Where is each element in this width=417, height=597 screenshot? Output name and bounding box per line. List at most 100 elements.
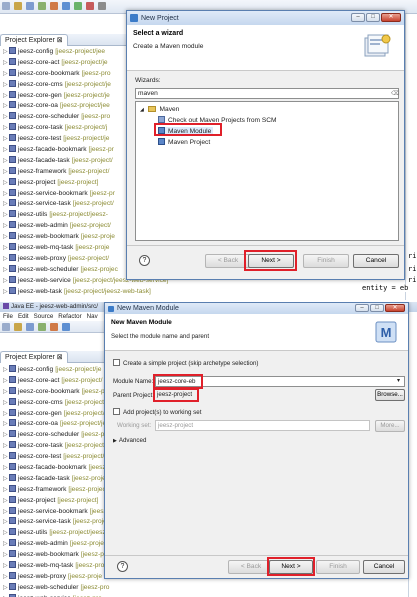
menu-item[interactable]: File bbox=[3, 313, 13, 320]
finish-button[interactable]: Finish bbox=[316, 560, 360, 574]
minimize-button[interactable]: – bbox=[351, 13, 365, 22]
project-row[interactable]: ▷ jeesz-config [jeesz-project/je bbox=[0, 365, 110, 376]
project-row[interactable]: ▷ jeesz-core-test [jeesz-project/je bbox=[0, 134, 132, 145]
toolbar-icon[interactable] bbox=[26, 323, 34, 331]
project-row[interactable]: ▷ jeesz-core-scheduler [jeesz-pro bbox=[0, 112, 132, 123]
project-row[interactable]: ▷ jeesz-project [jeesz-project] bbox=[0, 177, 132, 189]
project-row[interactable]: ▷ jeesz-core-test [jeesz-project/ bbox=[0, 452, 110, 463]
toolbar-icon[interactable] bbox=[50, 323, 58, 331]
project-row[interactable]: ▷ jeesz-web-task [jeesz-project/jeesz-web-… bbox=[0, 286, 151, 298]
simple-project-checkbox[interactable]: Create a simple project (skip archetype … bbox=[113, 359, 259, 367]
browse-button[interactable]: Browse... bbox=[375, 389, 405, 401]
expand-arrow-icon[interactable]: ▶ bbox=[113, 438, 117, 444]
working-set-checkbox[interactable]: Add project(s) to working set bbox=[113, 408, 201, 416]
working-set-select[interactable]: jeesz-project bbox=[155, 420, 370, 431]
project-row[interactable]: ▷ jeesz-core-bookmark [jeesz-pro bbox=[0, 386, 111, 398]
toolbar-icon[interactable] bbox=[26, 2, 34, 10]
project-row[interactable]: ▷ jeesz-core-gen [jeesz-project/je bbox=[0, 90, 132, 102]
toolbar-icon[interactable] bbox=[2, 2, 10, 10]
toolbar-icon[interactable] bbox=[50, 2, 58, 10]
checkbox-icon[interactable] bbox=[113, 359, 120, 366]
advanced-section[interactable]: ▶ Advanced bbox=[113, 437, 146, 444]
project-row[interactable]: ▷ jeesz-web-scheduler [jeesz-pro bbox=[0, 582, 110, 594]
project-row[interactable]: ▷ jeesz-core-oa [jeesz-project/je bbox=[0, 419, 110, 430]
toolbar-icon[interactable] bbox=[38, 2, 46, 10]
toolbar-icon[interactable] bbox=[62, 2, 70, 10]
maximize-button[interactable]: □ bbox=[366, 13, 380, 22]
project-row[interactable]: ▷ jeesz-web-mq-task [jeesz-pro bbox=[0, 561, 110, 572]
project-row[interactable]: ▷ jeesz-web-bookmark [jeesz-pro bbox=[0, 550, 110, 561]
project-name: jeesz-core-cms bbox=[18, 80, 63, 88]
toolbar-icon[interactable] bbox=[62, 323, 70, 331]
wizard-filter-input[interactable]: maven bbox=[135, 88, 399, 99]
project-row[interactable]: ▷ jeesz-service-bookmark [jeesz-p bbox=[0, 506, 113, 518]
project-row[interactable]: ▷ jeesz-facade-bookmark [jeesz-p bbox=[0, 463, 112, 474]
project-row[interactable]: ▷ jeesz-web-service [jeesz-project/jeesz-w… bbox=[0, 275, 168, 287]
project-row[interactable]: ▷ jeesz-core-task [jeesz-project/ bbox=[0, 441, 110, 452]
project-row[interactable]: ▷ jeesz-core-task [jeesz-project/j bbox=[0, 123, 132, 134]
project-row[interactable]: ▷ jeesz-core-scheduler [jeesz-pr bbox=[0, 430, 110, 441]
toolbar-icon[interactable] bbox=[38, 323, 46, 331]
toolbar-icon[interactable] bbox=[2, 323, 10, 331]
project-icon bbox=[9, 286, 16, 294]
project-row[interactable]: ▷ jeesz-web-proxy [jeesz-proje bbox=[0, 571, 110, 583]
project-name: jeesz-web-proxy bbox=[18, 254, 67, 262]
checkbox-icon[interactable] bbox=[113, 408, 120, 415]
project-row[interactable]: ▷ jeesz-facade-bookmark [jeesz-pr bbox=[0, 145, 132, 156]
project-row[interactable]: ▷ jeesz-web-bookmark [jeesz-proje bbox=[0, 232, 132, 243]
project-row[interactable]: ▷ jeesz-web-proxy [jeesz-project/ bbox=[0, 253, 132, 265]
project-row[interactable]: ▷ jeesz-core-bookmark [jeesz-pro bbox=[0, 68, 132, 80]
wizard-banner: New Maven Module Select the module name … bbox=[105, 314, 408, 351]
project-row[interactable]: ▷ jeesz-core-act [jeesz-project/je bbox=[0, 57, 132, 69]
project-row[interactable]: ▷ jeesz-web-scheduler [jeesz-projec bbox=[0, 264, 132, 276]
help-icon[interactable]: ? bbox=[117, 561, 128, 572]
project-row[interactable]: ▷ jeesz-config [jeesz-project/jee bbox=[0, 47, 132, 58]
close-button[interactable]: ✕ bbox=[381, 13, 401, 22]
more-button[interactable]: More... bbox=[375, 420, 405, 432]
project-path: [jeesz-project/j bbox=[63, 409, 107, 417]
project-row[interactable]: ▷ jeesz-core-cms [jeesz-project/j bbox=[0, 397, 110, 409]
project-row[interactable]: ▷ jeesz-core-cms [jeesz-project/je bbox=[0, 79, 132, 91]
menu-item[interactable]: Source bbox=[34, 313, 54, 320]
project-row[interactable]: ▷ jeesz-core-gen [jeesz-project/j bbox=[0, 408, 110, 420]
project-row[interactable]: ▷ jeesz-framework [jeesz-project/ bbox=[0, 166, 132, 178]
project-path: [jeesz-project/ bbox=[63, 453, 105, 461]
wizard-item[interactable]: Maven Project bbox=[158, 138, 210, 146]
close-button[interactable]: ✕ bbox=[385, 304, 405, 312]
collapse-arrow-icon[interactable]: ◢ bbox=[140, 107, 144, 113]
toolbar-icon[interactable] bbox=[86, 2, 94, 10]
project-row[interactable]: ▷ jeesz-web-mq-task [jeesz-proje bbox=[0, 243, 132, 254]
minimize-button[interactable]: – bbox=[355, 304, 369, 312]
toolbar-icon[interactable] bbox=[74, 2, 82, 10]
project-row[interactable]: ▷ jeesz-utils [jeesz-project/jeesz- bbox=[0, 210, 132, 221]
cancel-button[interactable]: Cancel bbox=[363, 560, 405, 574]
project-row[interactable]: ▷ jeesz-service-bookmark [jeesz-pr bbox=[0, 188, 132, 200]
toolbar-icon[interactable] bbox=[14, 2, 22, 10]
project-row[interactable]: ▷ jeesz-facade-task [jeesz-project/ bbox=[0, 155, 132, 167]
project-explorer-tab[interactable]: Project Explorer ⊠ bbox=[0, 34, 68, 46]
maximize-button[interactable]: □ bbox=[370, 304, 384, 312]
help-icon[interactable]: ? bbox=[139, 255, 150, 266]
finish-button[interactable]: Finish bbox=[303, 254, 349, 268]
dropdown-arrow-icon[interactable]: ▾ bbox=[397, 377, 400, 384]
project-row[interactable]: ▷ jeesz-service-task [jeesz-proje bbox=[0, 517, 110, 528]
menu-item[interactable]: Edit bbox=[18, 313, 29, 320]
project-row[interactable]: ▷ jeesz-web-admin [jeesz-project/ bbox=[0, 221, 132, 232]
maven-folder[interactable]: ◢ Maven bbox=[140, 106, 179, 113]
project-explorer-tab[interactable]: Project Explorer ⊠ bbox=[0, 351, 68, 363]
project-row[interactable]: ▷ jeesz-service-task [jeesz-project/ bbox=[0, 199, 132, 210]
project-row[interactable]: ▷ jeesz-web-admin [jeesz-projec bbox=[0, 539, 110, 550]
project-row[interactable]: ▷ jeesz-core-act [jeesz-project/ bbox=[0, 375, 110, 387]
project-row[interactable]: ▷ jeesz-utils [jeesz-project/jeesz bbox=[0, 528, 110, 539]
project-row[interactable]: ▷ jeesz-core-oa [jeesz-project/jee bbox=[0, 101, 132, 112]
menu-item[interactable]: Refactor bbox=[58, 313, 81, 320]
clear-filter-icon[interactable]: ⌫ bbox=[391, 90, 399, 97]
toolbar-icon[interactable] bbox=[98, 2, 106, 10]
project-row[interactable]: ▷ jeesz-framework [jeesz-project/ bbox=[0, 484, 110, 496]
menu-item[interactable]: Nav bbox=[87, 313, 98, 320]
cancel-button[interactable]: Cancel bbox=[353, 254, 399, 268]
project-path: [jeesz-project/jeesz-web-task] bbox=[63, 287, 151, 295]
toolbar-icon[interactable] bbox=[14, 323, 22, 331]
project-row[interactable]: ▷ jeesz-facade-task [jeesz-projec bbox=[0, 473, 110, 485]
project-row[interactable]: ▷ jeesz-project [jeesz-project] bbox=[0, 495, 110, 507]
